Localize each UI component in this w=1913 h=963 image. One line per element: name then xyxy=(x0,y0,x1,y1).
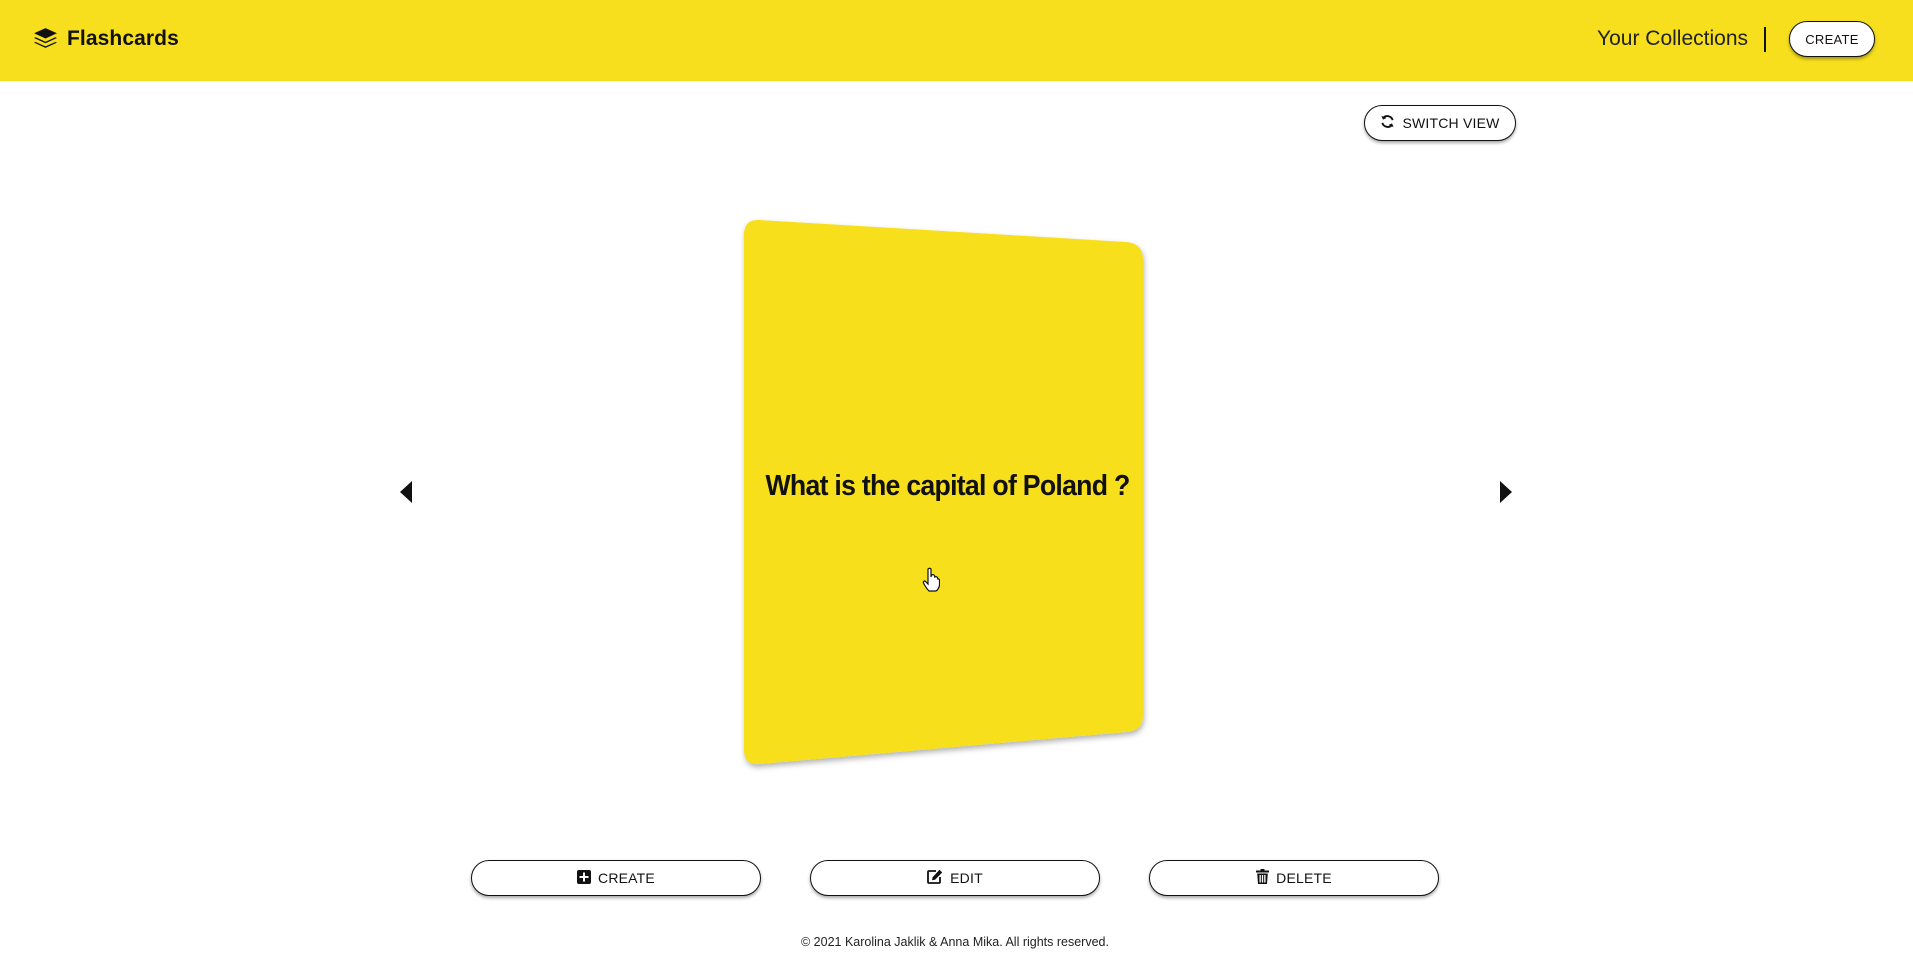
edit-icon xyxy=(927,869,943,887)
delete-card-label: DELETE xyxy=(1276,870,1332,886)
caret-right-icon xyxy=(1500,481,1512,503)
next-card-button[interactable] xyxy=(1493,477,1517,507)
nav-right-group: Your Collections CREATE xyxy=(1597,21,1875,57)
brand-name: Flashcards xyxy=(67,26,179,50)
trash-icon xyxy=(1256,869,1270,887)
header-create-button[interactable]: CREATE xyxy=(1789,21,1875,57)
switch-view-button[interactable]: SWITCH VIEW xyxy=(1364,105,1516,141)
footer-copyright: © 2021 Karolina Jaklik & Anna Mika. All … xyxy=(801,935,1109,949)
caret-left-icon xyxy=(400,481,412,503)
plus-square-icon xyxy=(577,869,592,887)
previous-card-button[interactable] xyxy=(395,477,419,507)
edit-card-label: EDIT xyxy=(950,870,983,886)
create-card-button[interactable]: CREATE xyxy=(471,860,761,896)
top-navbar: Flashcards Your Collections CREATE xyxy=(0,0,1913,81)
delete-card-button[interactable]: DELETE xyxy=(1149,860,1439,896)
edit-card-button[interactable]: EDIT xyxy=(810,860,1100,896)
switch-view-label: SWITCH VIEW xyxy=(1402,115,1500,131)
nav-divider xyxy=(1764,26,1766,52)
brand-logo-link[interactable]: Flashcards xyxy=(33,26,179,51)
flashcard-question: What is the capital of Poland ? xyxy=(765,470,1130,502)
layers-icon xyxy=(33,26,58,51)
refresh-icon xyxy=(1380,114,1395,132)
create-card-label: CREATE xyxy=(598,870,655,886)
hand-cursor-icon xyxy=(922,567,940,592)
your-collections-link[interactable]: Your Collections xyxy=(1597,27,1764,51)
